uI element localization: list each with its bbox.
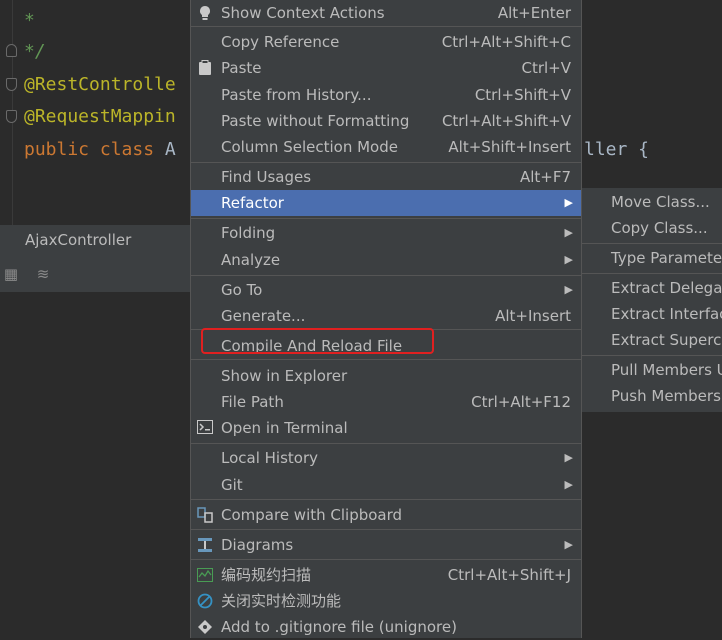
menu-item-generate[interactable]: Generate... Alt+Insert	[191, 303, 581, 329]
menu-item-add-to-gitignore[interactable]: Add to .gitignore file (unignore)	[191, 614, 581, 640]
submenu-item-move-class[interactable]: Move Class...	[582, 189, 722, 215]
menu-separator	[191, 162, 581, 163]
menu-item-local-history[interactable]: Local History ▶	[191, 445, 581, 471]
menu-item-code-scan[interactable]: 编码规约扫描 Ctrl+Alt+Shift+J	[191, 562, 581, 588]
menu-separator	[191, 218, 581, 219]
menu-item-find-usages[interactable]: Find Usages Alt+F7	[191, 164, 581, 190]
context-menu: Show Context Actions Alt+Enter Copy Refer…	[190, 0, 582, 638]
submenu-item-push-members-down[interactable]: Push Members	[582, 383, 722, 409]
submenu-item-extract-interface[interactable]: Extract Interfac	[582, 301, 722, 327]
submenu-arrow-icon: ▶	[564, 478, 573, 491]
menu-item-disable-realtime-check[interactable]: 关闭实时检测功能	[191, 588, 581, 614]
menu-item-folding[interactable]: Folding ▶	[191, 220, 581, 246]
compare-icon	[197, 507, 213, 523]
code-class-name: A	[164, 139, 176, 160]
submenu-arrow-icon: ▶	[564, 283, 573, 296]
menu-item-show-in-explorer[interactable]: Show in Explorer	[191, 363, 581, 389]
submenu-arrow-icon: ▶	[564, 196, 573, 209]
submenu-arrow-icon: ▶	[564, 451, 573, 464]
fold-marker-icon[interactable]	[6, 110, 17, 123]
settings-sliders-icon[interactable]: ≋	[35, 266, 51, 282]
tab-ajaxcontroller[interactable]: AjaxController	[25, 225, 131, 256]
code-line: *	[24, 10, 35, 31]
menu-separator	[191, 359, 581, 360]
submenu-item-copy-class[interactable]: Copy Class...	[582, 215, 722, 241]
code-line: public class A	[24, 135, 176, 165]
menu-item-show-context-actions[interactable]: Show Context Actions Alt+Enter	[191, 0, 581, 26]
submenu-item-extract-superclass[interactable]: Extract Supercla	[582, 327, 722, 353]
fold-marker-icon[interactable]	[6, 78, 17, 91]
menu-item-open-in-terminal[interactable]: Open in Terminal	[191, 415, 581, 441]
menu-separator	[582, 243, 722, 244]
menu-item-refactor[interactable]: Refactor ▶	[191, 190, 581, 216]
diagram-icon	[197, 537, 213, 553]
code-line: @RestControlle	[24, 74, 176, 95]
menu-item-paste[interactable]: Paste Ctrl+V	[191, 55, 581, 81]
code-line: */	[24, 41, 46, 62]
code-line-tail: ller {	[584, 139, 650, 160]
submenu-arrow-icon: ▶	[564, 253, 573, 266]
bulb-icon	[197, 5, 213, 21]
menu-separator	[582, 273, 722, 274]
refactor-submenu: Move Class... Copy Class... Type Paramet…	[581, 188, 722, 412]
gitignore-icon	[197, 619, 213, 635]
menu-separator	[191, 275, 581, 276]
menu-separator	[191, 499, 581, 500]
menu-item-file-path[interactable]: File Path Ctrl+Alt+F12	[191, 389, 581, 415]
menu-item-diagrams[interactable]: Diagrams ▶	[191, 532, 581, 558]
submenu-arrow-icon: ▶	[564, 538, 573, 551]
fold-marker-icon[interactable]	[6, 44, 17, 57]
code-line: @RequestMappin	[24, 106, 176, 127]
submenu-item-extract-delegate[interactable]: Extract Delegat	[582, 275, 722, 301]
menu-item-column-selection-mode[interactable]: Column Selection Mode Alt+Shift+Insert	[191, 134, 581, 160]
menu-item-analyze[interactable]: Analyze ▶	[191, 247, 581, 273]
menu-separator	[191, 559, 581, 560]
menu-item-git[interactable]: Git ▶	[191, 472, 581, 498]
submenu-item-pull-members-up[interactable]: Pull Members U	[582, 357, 722, 383]
block-icon	[197, 593, 213, 609]
highlight-annotation	[201, 328, 434, 354]
menu-item-go-to[interactable]: Go To ▶	[191, 277, 581, 303]
code-keyword: public class	[24, 139, 165, 160]
scan-icon	[197, 567, 213, 583]
table-icon[interactable]: ▦	[3, 266, 19, 282]
menu-item-paste-without-formatting[interactable]: Paste without Formatting Ctrl+Alt+Shift+V	[191, 108, 581, 134]
submenu-arrow-icon: ▶	[564, 226, 573, 239]
menu-item-copy-reference[interactable]: Copy Reference Ctrl+Alt+Shift+C	[191, 29, 581, 55]
terminal-icon	[197, 420, 213, 436]
menu-separator	[191, 529, 581, 530]
menu-separator	[191, 26, 581, 27]
clipboard-icon	[197, 60, 213, 76]
menu-separator	[582, 355, 722, 356]
menu-item-paste-from-history[interactable]: Paste from History... Ctrl+Shift+V	[191, 82, 581, 108]
submenu-item-type-parameter[interactable]: Type Parameter	[582, 245, 722, 271]
menu-item-compare-with-clipboard[interactable]: Compare with Clipboard	[191, 502, 581, 528]
menu-separator	[191, 443, 581, 444]
